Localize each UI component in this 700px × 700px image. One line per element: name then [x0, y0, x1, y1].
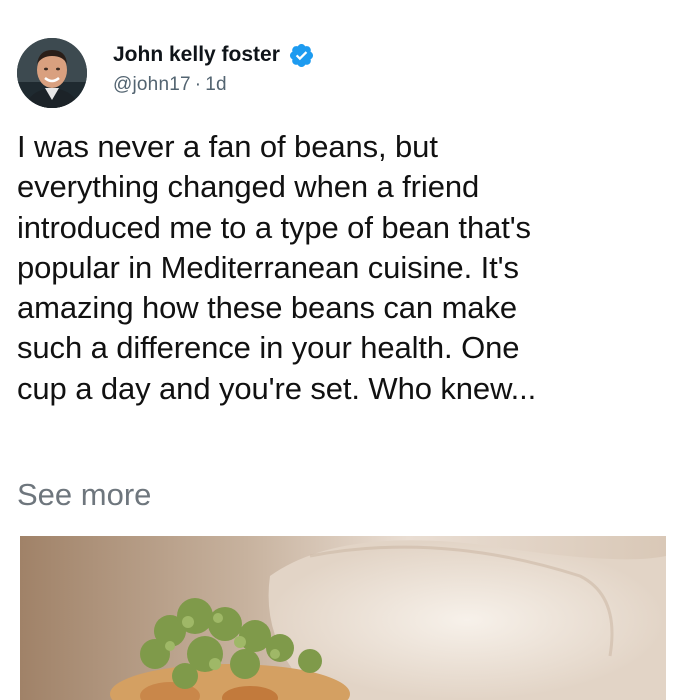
- tweet-header: John kelly foster @john17 · 1d: [17, 38, 677, 113]
- tweet-text-line: cup a day and you're set. Who knew...: [17, 370, 537, 406]
- tweet-meta: @john17 · 1d: [113, 74, 315, 96]
- tweet-text-line: such a difference in your health. One: [17, 330, 520, 366]
- verified-badge-icon: [288, 42, 315, 69]
- tweet-timestamp[interactable]: 1d: [205, 74, 227, 95]
- avatar-photo-icon: [17, 38, 87, 108]
- author-handle[interactable]: @john17: [113, 74, 191, 95]
- see-more-link[interactable]: See more: [17, 477, 151, 513]
- tweet-text-line: everything changed when a friend: [17, 169, 480, 205]
- tweet-media-photo[interactable]: [20, 536, 666, 700]
- author-name-row: John kelly foster: [113, 42, 315, 68]
- tweet-text-line: introduced me to a type of bean that's: [17, 209, 531, 245]
- author-info: John kelly foster @john17 · 1d: [113, 42, 315, 96]
- meta-separator: ·: [194, 74, 202, 95]
- author-name[interactable]: John kelly foster: [113, 43, 280, 67]
- tweet-text-line: I was never a fan of beans, but: [17, 129, 438, 164]
- tweet-text-line: popular in Mediterranean cuisine. It's: [17, 249, 519, 285]
- tweet-text-line: amazing how these beans can make: [17, 290, 517, 326]
- tweet-text: I was never a fan of beans, but everythi…: [17, 127, 685, 409]
- food-photo-image: [20, 536, 666, 700]
- author-avatar[interactable]: [17, 38, 87, 108]
